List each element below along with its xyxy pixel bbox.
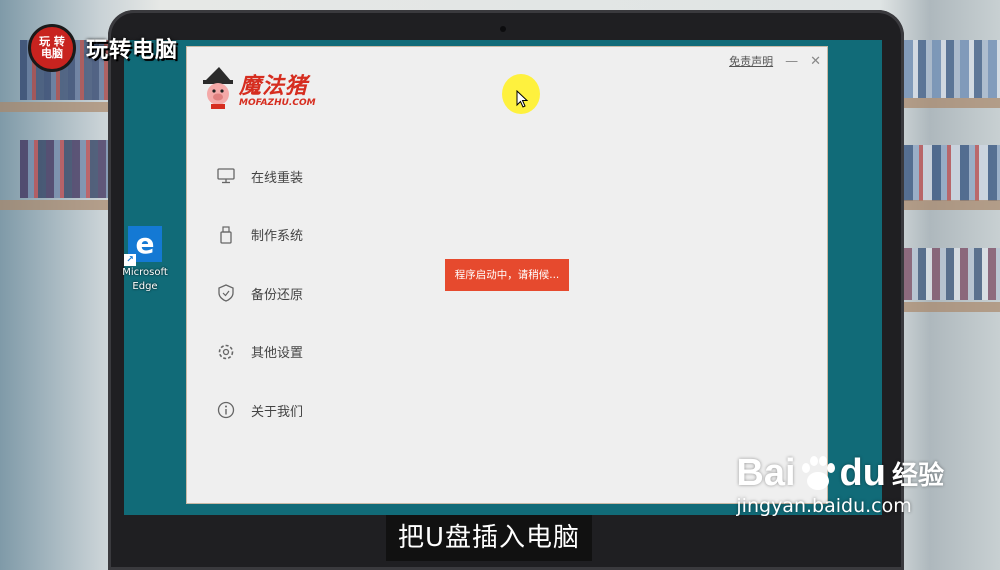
channel-title: 玩转电脑	[86, 38, 179, 63]
sidebar-item-label: 关于我们	[251, 404, 304, 420]
baidu-paw-icon	[798, 454, 838, 494]
channel-watermark: 玩 转 电脑 玩转电脑	[28, 24, 178, 72]
webcam	[500, 26, 506, 32]
app-logo: 魔法猪 MOFAZHU.COM	[201, 67, 316, 109]
background-bookshelf-left	[20, 140, 110, 198]
baidu-jingyan-watermark: Bai du 经验 jingyan.baidu.com	[736, 452, 944, 517]
brand-name-en: MOFAZHU.COM	[239, 98, 316, 108]
close-button[interactable]: ✕	[810, 54, 821, 69]
loading-toast: 程序启动中，请稍候...	[445, 259, 569, 291]
edge-icon: e ↗	[124, 226, 162, 266]
sidebar-item-online-reinstall[interactable]: 在线重装	[215, 147, 303, 206]
background-bookshelf-right	[904, 40, 1000, 98]
shortcut-arrow-icon: ↗	[124, 254, 136, 266]
sidebar-item-other-settings[interactable]: 其他设置	[215, 323, 303, 382]
sidebar-item-label: 其他设置	[251, 346, 304, 362]
window-controls: 免责声明 — ✕	[729, 53, 821, 69]
background-shelf	[900, 200, 1000, 210]
sidebar-item-about-us[interactable]: 关于我们	[215, 381, 303, 440]
baidu-logo-left: Bai	[736, 452, 796, 494]
sidebar-menu: 在线重装 制作系统 备份还原 其他设置 关于我们	[215, 147, 303, 440]
mofazhu-app-window: 免责声明 — ✕ 魔法猪 MOFAZHU.COM 在线重装 制作系统 备份还原 …	[186, 46, 828, 504]
background-shelf	[900, 302, 1000, 312]
background-bookshelf-right	[904, 248, 1000, 300]
wizard-pig-icon	[201, 67, 237, 109]
sidebar-item-label: 备份还原	[251, 287, 304, 303]
background-shelf	[0, 102, 110, 112]
baidu-logo-cn: 经验	[891, 461, 944, 491]
minimize-button[interactable]: —	[785, 54, 798, 69]
background-bookshelf-right	[904, 145, 1000, 201]
disclaimer-link[interactable]: 免责声明	[729, 53, 773, 69]
background-shelf	[0, 200, 110, 210]
badge-line-2: 电脑	[41, 47, 63, 60]
monitor-icon	[215, 165, 237, 187]
background-shelf	[900, 98, 1000, 108]
baidu-url: jingyan.baidu.com	[736, 495, 912, 517]
sidebar-item-backup-restore[interactable]: 备份还原	[215, 264, 303, 323]
sidebar-item-label: 在线重装	[251, 170, 304, 186]
desktop-icon-edge[interactable]: e ↗ Microsoft Edge	[122, 226, 168, 294]
baidu-logo: Bai du 经验	[736, 452, 944, 495]
gear-icon	[215, 341, 237, 363]
shield-icon	[215, 282, 237, 304]
baidu-logo-right: du	[839, 452, 886, 494]
sidebar-item-make-system[interactable]: 制作系统	[215, 206, 303, 265]
video-caption: 把U盘插入电脑	[386, 515, 593, 561]
desktop-icon-label: Microsoft Edge	[122, 267, 168, 292]
info-icon	[215, 399, 237, 421]
channel-badge: 玩 转 电脑	[28, 24, 76, 72]
usb-drive-icon	[215, 224, 237, 246]
mouse-cursor-icon	[516, 89, 529, 112]
sidebar-item-label: 制作系统	[251, 229, 304, 245]
brand-name-cn: 魔法猪	[239, 74, 309, 99]
